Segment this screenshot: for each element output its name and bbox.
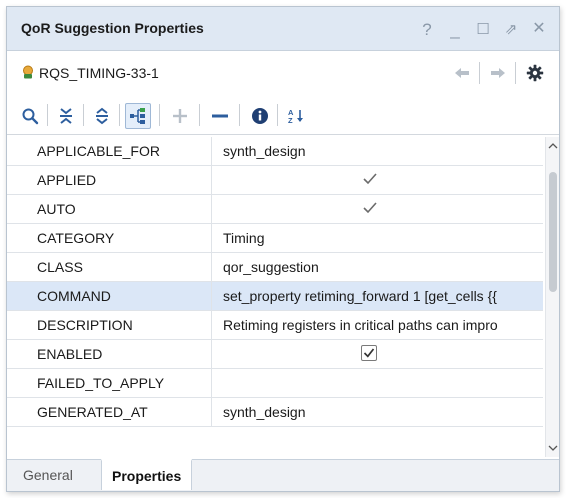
property-value: synth_design xyxy=(223,404,306,420)
property-value: set_property retiming_forward 1 [get_cel… xyxy=(223,288,497,304)
property-value-cell[interactable] xyxy=(213,340,543,368)
checkmark-icon xyxy=(363,173,377,185)
checkmark-icon xyxy=(363,348,375,358)
property-value-cell[interactable]: set_property retiming_forward 1 [get_cel… xyxy=(213,282,543,310)
property-row[interactable]: CATEGORY Timing xyxy=(7,224,543,253)
property-name-cell: CATEGORY xyxy=(7,224,212,252)
svg-text:Z: Z xyxy=(288,116,293,125)
property-name-cell: APPLICABLE_FOR xyxy=(7,137,212,165)
checkmark-icon xyxy=(363,202,377,214)
toolbar-separator xyxy=(159,104,160,126)
add-icon[interactable] xyxy=(167,103,193,129)
property-name: GENERATED_AT xyxy=(37,404,148,420)
property-name-cell: DESCRIPTION xyxy=(7,311,212,339)
scrollbar-thumb[interactable] xyxy=(549,172,557,292)
property-row[interactable]: FAILED_TO_APPLY xyxy=(7,369,543,398)
property-value: qor_suggestion xyxy=(223,259,319,275)
qor-suggestion-icon xyxy=(23,65,33,79)
property-value-cell[interactable]: Retiming registers in critical paths can… xyxy=(213,311,543,339)
property-name-cell: FAILED_TO_APPLY xyxy=(7,369,212,397)
object-name: RQS_TIMING-33-1 xyxy=(39,65,159,81)
property-name: CATEGORY xyxy=(37,230,115,246)
toolbar-separator xyxy=(199,104,200,126)
property-row[interactable]: CLASS qor_suggestion xyxy=(7,253,543,282)
toolbar-separator xyxy=(47,104,48,126)
property-row[interactable]: APPLIED xyxy=(7,166,543,195)
expand-all-icon[interactable] xyxy=(89,103,115,129)
toolbar-separator xyxy=(119,104,120,126)
info-icon[interactable] xyxy=(247,103,273,129)
property-name-cell: ENABLED xyxy=(7,340,212,368)
gear-icon[interactable] xyxy=(523,61,547,85)
collapse-all-icon[interactable] xyxy=(53,103,79,129)
property-row[interactable]: APPLICABLE_FOR synth_design xyxy=(7,137,543,166)
property-value: Timing xyxy=(223,230,265,246)
scroll-up-icon[interactable] xyxy=(546,139,560,153)
help-button[interactable]: ? xyxy=(415,17,439,41)
property-row[interactable]: DESCRIPTION Retiming registers in critica… xyxy=(7,311,543,340)
property-row[interactable]: GENERATED_AT synth_design xyxy=(7,398,543,427)
property-value-cell[interactable] xyxy=(213,369,543,397)
remove-icon[interactable] xyxy=(207,103,233,129)
property-value-cell[interactable] xyxy=(213,195,543,223)
sort-icon[interactable]: A Z xyxy=(283,103,309,129)
property-value-cell[interactable]: synth_design xyxy=(213,398,543,426)
enabled-checkbox[interactable] xyxy=(361,345,377,361)
search-icon[interactable] xyxy=(17,103,43,129)
property-name-cell: APPLIED xyxy=(7,166,212,194)
property-name-cell: CLASS xyxy=(7,253,212,281)
nav-separator xyxy=(479,62,480,84)
property-row[interactable]: ENABLED xyxy=(7,340,543,369)
window-title: QoR Suggestion Properties xyxy=(21,20,204,36)
property-name-cell: GENERATED_AT xyxy=(7,398,212,426)
property-name: FAILED_TO_APPLY xyxy=(37,375,165,391)
object-header: RQS_TIMING-33-1 xyxy=(7,52,559,94)
window-controls: ? _ ☐ ⇗ ✕ xyxy=(415,17,551,41)
maximize-button[interactable]: ☐ xyxy=(471,17,495,41)
close-button[interactable]: ✕ xyxy=(527,17,551,41)
toolbar-separator xyxy=(239,104,240,126)
property-name-cell: COMMAND xyxy=(7,282,212,310)
scroll-down-icon[interactable] xyxy=(546,441,560,455)
property-value-cell[interactable]: Timing xyxy=(213,224,543,252)
property-name: APPLICABLE_FOR xyxy=(37,143,160,159)
forward-arrow-icon[interactable] xyxy=(487,63,509,83)
bottom-tabs: General Properties xyxy=(7,459,559,491)
toolbar-separator xyxy=(83,104,84,126)
property-row[interactable]: AUTO xyxy=(7,195,543,224)
property-value: synth_design xyxy=(223,143,306,159)
property-name-cell: AUTO xyxy=(7,195,212,223)
toolbar-separator xyxy=(277,104,278,126)
restore-button[interactable]: ⇗ xyxy=(499,17,523,41)
property-name: CLASS xyxy=(37,259,83,275)
property-name: COMMAND xyxy=(37,288,111,304)
property-value-cell[interactable] xyxy=(213,166,543,194)
property-name: AUTO xyxy=(37,201,76,217)
property-value: Retiming registers in critical paths can… xyxy=(223,317,498,333)
group-by-category-icon[interactable] xyxy=(125,103,151,129)
title-bar: QoR Suggestion Properties ? _ ☐ ⇗ ✕ xyxy=(7,7,559,51)
property-name: DESCRIPTION xyxy=(37,317,133,333)
nav-separator xyxy=(515,62,516,84)
properties-table: APPLICABLE_FOR synth_design APPLIED AUTO CAT… xyxy=(7,137,543,457)
vertical-scrollbar[interactable] xyxy=(545,137,559,457)
property-value-cell[interactable]: qor_suggestion xyxy=(213,253,543,281)
property-value-cell[interactable]: synth_design xyxy=(213,137,543,165)
property-row[interactable]: COMMAND set_property retiming_forward 1 [… xyxy=(7,282,543,311)
tab-properties[interactable]: Properties xyxy=(101,459,193,490)
property-name: ENABLED xyxy=(37,346,103,362)
properties-toolbar: A Z xyxy=(7,95,559,135)
back-arrow-icon[interactable] xyxy=(451,63,473,83)
minimize-button[interactable]: _ xyxy=(443,17,467,41)
property-name: APPLIED xyxy=(37,172,97,188)
tab-general[interactable]: General xyxy=(13,460,83,490)
properties-window: QoR Suggestion Properties ? _ ☐ ⇗ ✕ RQS_… xyxy=(6,6,560,492)
